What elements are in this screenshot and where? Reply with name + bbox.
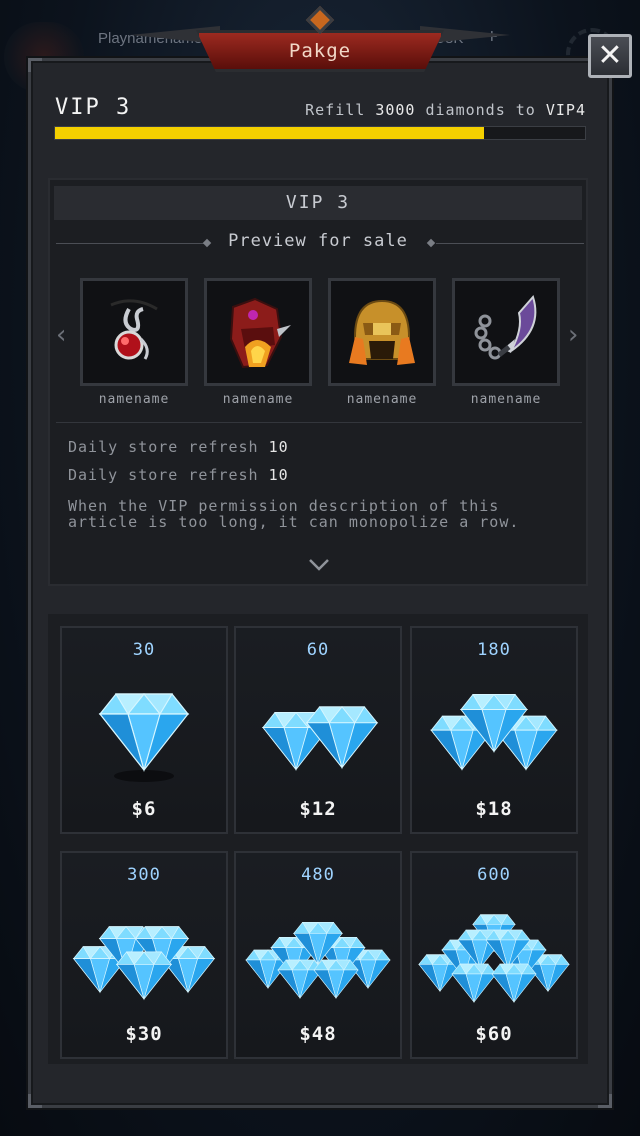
diamond-amount: 60 bbox=[306, 640, 330, 660]
preview-heading: Preview for sale bbox=[228, 231, 408, 251]
diamond-package-card[interactable]: 600 $60 bbox=[410, 851, 578, 1059]
item-frame bbox=[328, 278, 436, 386]
armor-icon bbox=[229, 297, 291, 369]
diamond-pile-icon bbox=[412, 897, 576, 1017]
refill-target: VIP4 bbox=[545, 101, 586, 119]
scythe-icon bbox=[474, 294, 537, 360]
diamond-package-card[interactable]: 180 $18 bbox=[410, 626, 578, 834]
gem-shape bbox=[313, 959, 359, 1000]
diamond-icon bbox=[62, 672, 226, 792]
title-banner: Pakge bbox=[196, 30, 444, 72]
item-frame bbox=[452, 278, 560, 386]
helmet-icon bbox=[349, 299, 415, 365]
diamond-amount: 180 bbox=[477, 640, 511, 660]
vip-progress-fill bbox=[55, 127, 485, 139]
gem-shape bbox=[491, 963, 537, 1004]
panel-title: Pakge bbox=[288, 40, 352, 62]
gem-shape bbox=[277, 959, 323, 1000]
vip-progress-bar bbox=[54, 126, 586, 140]
gem-shape bbox=[98, 693, 190, 773]
panel-corner bbox=[28, 58, 42, 72]
preview-item[interactable]: namename bbox=[452, 278, 560, 407]
package-price: $12 bbox=[299, 798, 337, 820]
package-price: $48 bbox=[299, 1023, 337, 1045]
diamond-pile-icon bbox=[236, 897, 400, 1017]
panel-corner bbox=[598, 1094, 612, 1108]
perk-long-description: When the VIP permission description of t… bbox=[68, 497, 520, 531]
item-frame bbox=[80, 278, 188, 386]
diamond-amount: 30 bbox=[132, 640, 156, 660]
diamond-amount: 600 bbox=[477, 865, 511, 885]
preview-item[interactable]: namename bbox=[328, 278, 436, 407]
chevron-down-icon[interactable] bbox=[308, 558, 330, 572]
divider-line bbox=[436, 243, 584, 244]
diamond-shop: 30 $6 60 $12 180 $18 300 $30 480 $48 600… bbox=[48, 614, 588, 1064]
package-price: $30 bbox=[125, 1023, 163, 1045]
panel-corner bbox=[28, 1094, 42, 1108]
diamond-amount: 480 bbox=[301, 865, 335, 885]
item-name: namename bbox=[470, 392, 542, 407]
perk-row: Daily store refresh 10 bbox=[68, 466, 289, 484]
vip-detail-box: VIP 3 Preview for sale ‹ › namename name… bbox=[48, 178, 588, 586]
vip-level: VIP 3 bbox=[55, 95, 132, 120]
chevron-right-icon[interactable]: › bbox=[568, 320, 578, 350]
detail-title: VIP 3 bbox=[54, 186, 582, 220]
detail-separator bbox=[56, 422, 582, 423]
package-price: $6 bbox=[131, 798, 157, 820]
refill-amount: 3000 bbox=[375, 101, 416, 119]
diamond-package-card[interactable]: 480 $48 bbox=[234, 851, 402, 1059]
diamond-amount: 300 bbox=[127, 865, 161, 885]
gem-shape bbox=[451, 963, 497, 1004]
diamond-pile-icon bbox=[62, 897, 226, 1017]
diamond-pile-icon bbox=[236, 672, 400, 792]
package-price: $18 bbox=[475, 798, 513, 820]
add-gold-button: + bbox=[486, 26, 498, 48]
perk-row: Daily store refresh 10 bbox=[68, 438, 289, 456]
item-frame bbox=[204, 278, 312, 386]
diamond-package-card[interactable]: 60 $12 bbox=[234, 626, 402, 834]
item-name: namename bbox=[346, 392, 418, 407]
item-name: namename bbox=[222, 392, 294, 407]
diamond-package-card[interactable]: 30 $6 bbox=[60, 626, 228, 834]
refill-info: Refill 3000 diamonds to VIP4 bbox=[305, 101, 586, 119]
close-button[interactable]: ✕ bbox=[588, 34, 632, 78]
chevron-left-icon[interactable]: ‹ bbox=[56, 320, 66, 350]
amulet-icon bbox=[110, 299, 158, 360]
item-name: namename bbox=[98, 392, 170, 407]
diamond-pile-icon bbox=[412, 672, 576, 792]
preview-item[interactable]: namename bbox=[204, 278, 312, 407]
package-price: $60 bbox=[475, 1023, 513, 1045]
close-icon: ✕ bbox=[597, 38, 623, 73]
diamond-package-card[interactable]: 300 $30 bbox=[60, 851, 228, 1059]
preview-item[interactable]: namename bbox=[80, 278, 188, 407]
gem-shape bbox=[115, 951, 173, 1001]
